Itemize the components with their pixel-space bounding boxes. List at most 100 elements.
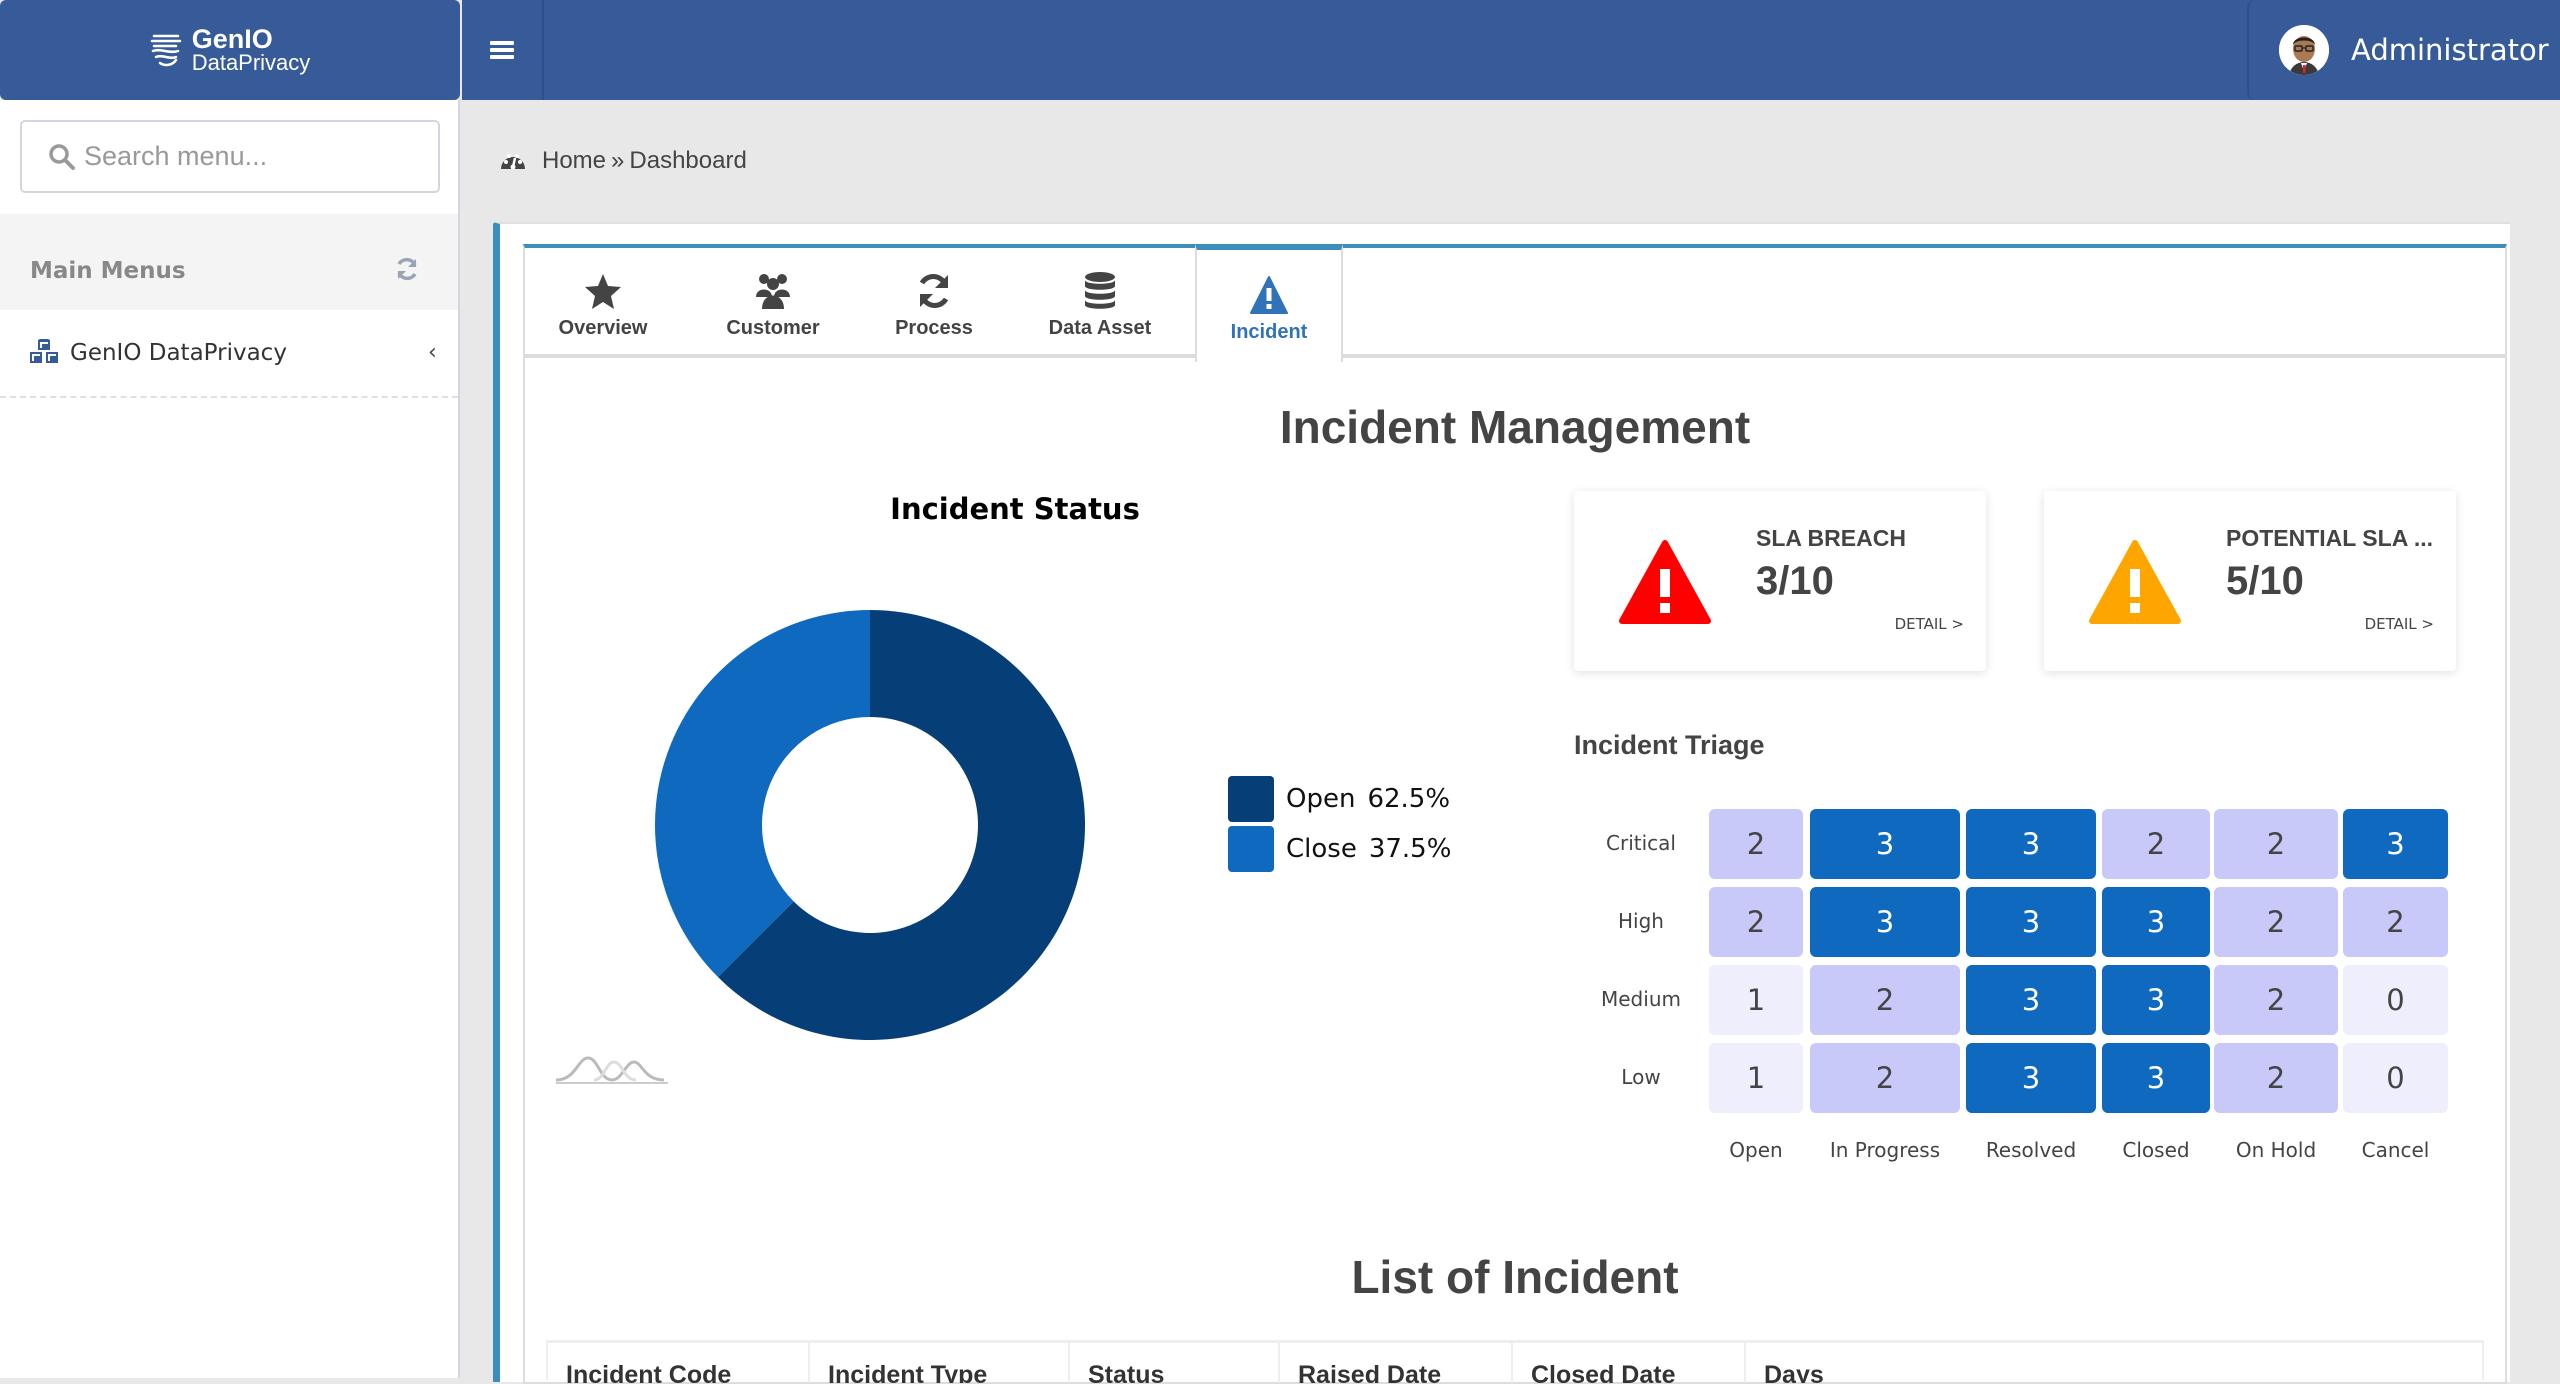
legend-label: Close xyxy=(1286,834,1357,864)
tab-overview[interactable]: Overview xyxy=(526,248,680,358)
logo-subtitle: DataPrivacy xyxy=(191,50,311,75)
heatmap-cell[interactable]: 3 xyxy=(1966,887,2096,957)
table-header-incident-type[interactable]: Incident Type xyxy=(810,1343,1070,1383)
app-logo[interactable]: GenIO DataPrivacy xyxy=(0,0,460,100)
main-menus-header: Main Menus xyxy=(0,214,458,310)
refresh-icon xyxy=(919,274,949,308)
sidebar-search[interactable] xyxy=(20,120,440,193)
chevron-left-icon[interactable]: ‹ xyxy=(428,340,437,365)
sidebar-toggle-button[interactable] xyxy=(462,0,544,100)
card-title: SLA BREACH xyxy=(1756,525,1906,551)
legend-value: 37.5% xyxy=(1368,834,1452,864)
hamburger-icon xyxy=(490,41,514,59)
tab-customer[interactable]: Customer xyxy=(690,248,856,358)
table-header-raised-date[interactable]: Raised Date xyxy=(1280,1343,1513,1383)
heatmap-cell[interactable]: 2 xyxy=(1709,887,1803,957)
legend-label: Open xyxy=(1286,784,1356,814)
triage-title: Incident Triage xyxy=(1574,730,1765,760)
card-value: 3/10 xyxy=(1756,559,1834,603)
tab-process[interactable]: Process xyxy=(866,248,1002,358)
heatmap-col-label: Cancel xyxy=(2361,1138,2430,1162)
heatmap-cell[interactable]: 3 xyxy=(1966,809,2096,879)
legend-item-close[interactable]: Close 37.5% xyxy=(1228,826,1451,872)
top-navbar xyxy=(462,0,2560,100)
donut-slice-close[interactable] xyxy=(655,610,870,978)
main-menus-label: Main Menus xyxy=(30,258,186,284)
heatmap-cell[interactable]: 3 xyxy=(2102,965,2210,1035)
refresh-icon[interactable] xyxy=(394,256,420,282)
table-header-incident-code[interactable]: Incident Code xyxy=(548,1343,810,1383)
users-icon xyxy=(756,274,790,309)
tab-incident[interactable]: Incident xyxy=(1195,244,1343,362)
table-header-days[interactable]: Days xyxy=(1746,1343,2482,1383)
warning-icon xyxy=(1250,276,1288,314)
dashboard-icon xyxy=(501,154,525,170)
logo-title: GenIO xyxy=(191,24,273,54)
sidebar: Main Menus GenIO DataPrivacy ‹ xyxy=(0,100,460,1378)
legend-item-open[interactable]: Open 62.5% xyxy=(1228,776,1450,822)
user-menu[interactable]: Administrator xyxy=(2247,0,2560,100)
breadcrumb: Home » Dashboard xyxy=(500,145,747,177)
legend-value: 62.5% xyxy=(1367,784,1451,814)
logo-icon xyxy=(150,34,181,67)
breadcrumb-home-link[interactable]: Home xyxy=(542,147,606,175)
tab-label: Data Asset xyxy=(1048,317,1152,339)
donut-chart xyxy=(655,610,1085,1040)
heatmap-cell[interactable]: 3 xyxy=(1810,887,1960,957)
heatmap-cell[interactable]: 2 xyxy=(2343,887,2448,957)
heatmap-cell[interactable]: 1 xyxy=(1709,965,1803,1035)
tab-label: Process xyxy=(895,317,973,339)
heatmap-row-label: Medium xyxy=(1601,987,1681,1011)
heatmap-cell[interactable]: 1 xyxy=(1709,1043,1803,1113)
sidebar-item-genio-dataprivacy[interactable]: GenIO DataPrivacy ‹ xyxy=(0,310,458,398)
heatmap-cell[interactable]: 2 xyxy=(1810,965,1960,1035)
heatmap-cell[interactable]: 3 xyxy=(2343,809,2448,879)
heatmap-cell[interactable]: 3 xyxy=(2102,1043,2210,1113)
heatmap-cell[interactable]: 0 xyxy=(2343,1043,2448,1113)
warning-icon xyxy=(2089,540,2181,624)
heatmap-cell[interactable]: 2 xyxy=(2214,887,2338,957)
heatmap-cell[interactable]: 2 xyxy=(1810,1043,1960,1113)
tab-label: Incident xyxy=(1230,321,1308,343)
breadcrumb-separator: » xyxy=(611,147,625,174)
search-icon xyxy=(49,143,75,170)
heatmap-row-label: Critical xyxy=(1606,831,1676,855)
heatmap-cell[interactable]: 0 xyxy=(2343,965,2448,1035)
heatmap-cell[interactable]: 2 xyxy=(2102,809,2210,879)
heatmap-cell[interactable]: 2 xyxy=(2214,1043,2338,1113)
card-value: 5/10 xyxy=(2226,559,2304,603)
heatmap-cell[interactable]: 3 xyxy=(1810,809,1960,879)
potential-sla-breach-card[interactable]: POTENTIAL SLA ... 5/10 DETAIL > xyxy=(2044,491,2456,671)
table-header-status[interactable]: Status xyxy=(1070,1343,1280,1383)
chart-title: Incident Status xyxy=(890,492,1140,526)
table-header-closed-date[interactable]: Closed Date xyxy=(1513,1343,1746,1383)
user-avatar xyxy=(2279,25,2329,75)
chart-library-logo-icon xyxy=(556,1056,668,1084)
heatmap-row-label: High xyxy=(1618,909,1664,933)
warning-icon xyxy=(1619,540,1711,624)
card-detail-link[interactable]: DETAIL > xyxy=(1895,615,1964,633)
card-title: POTENTIAL SLA ... xyxy=(2226,525,2434,551)
heatmap-row-label: Low xyxy=(1621,1065,1661,1089)
cubes-icon xyxy=(30,339,58,363)
heatmap-cell[interactable]: 2 xyxy=(2214,965,2338,1035)
database-icon xyxy=(1085,272,1115,309)
search-menu-input[interactable] xyxy=(84,141,414,172)
tab-label: Customer xyxy=(726,317,820,339)
page-title: Incident Management xyxy=(1279,401,1751,453)
sidebar-item-label: GenIO DataPrivacy xyxy=(70,340,287,366)
heatmap-cell[interactable]: 2 xyxy=(1709,809,1803,879)
legend-swatch xyxy=(1228,776,1274,822)
heatmap-cell[interactable]: 3 xyxy=(2102,887,2210,957)
heatmap-cell[interactable]: 2 xyxy=(2214,809,2338,879)
legend-swatch xyxy=(1228,826,1274,872)
user-name: Administrator xyxy=(2351,33,2549,67)
star-icon xyxy=(585,274,621,309)
tab-label: Overview xyxy=(558,317,648,339)
tab-data-asset[interactable]: Data Asset xyxy=(1012,248,1188,358)
card-detail-link[interactable]: DETAIL > xyxy=(2365,615,2434,633)
heatmap-cell[interactable]: 3 xyxy=(1966,965,2096,1035)
sla-breach-card[interactable]: SLA BREACH 3/10 DETAIL > xyxy=(1574,491,1986,671)
heatmap-cell[interactable]: 3 xyxy=(1966,1043,2096,1113)
breadcrumb-current: Dashboard xyxy=(629,147,747,174)
